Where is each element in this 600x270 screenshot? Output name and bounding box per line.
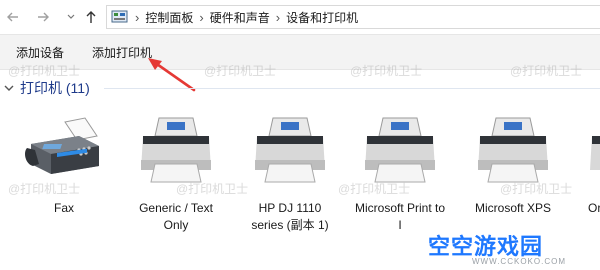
printer-icon: [255, 117, 325, 183]
breadcrumb-control-panel[interactable]: 控制面板: [145, 9, 193, 26]
device-fax[interactable]: Fax: [14, 114, 114, 217]
site-logo-watermark: 空空游戏园 WWW.CCKOKO.COM: [428, 229, 600, 270]
device-label: Or: [588, 201, 600, 215]
device-label: HP DJ 1110 series (副本 1): [251, 201, 329, 232]
device-microsoft-print-to-pdf[interactable]: Microsoft Print to I: [350, 114, 450, 234]
up-arrow-icon[interactable]: [82, 8, 100, 26]
breadcrumb-separator: ›: [135, 9, 140, 25]
device-hp-dj-1110[interactable]: HP DJ 1110 series (副本 1): [240, 114, 340, 234]
printer-icon: [365, 117, 435, 183]
chevron-down-icon: [4, 85, 14, 91]
device-label: Fax: [53, 201, 74, 215]
breadcrumb-devices-printers[interactable]: 设备和打印机: [286, 9, 358, 26]
add-device-button[interactable]: 添加设备: [16, 44, 64, 61]
printer-icon: [141, 117, 211, 183]
breadcrumb-hardware-sound[interactable]: 硬件和声音: [210, 9, 270, 26]
group-divider: [104, 88, 600, 89]
group-title: 打印机 (11): [20, 80, 90, 96]
device-label: Generic / Text Only: [139, 201, 213, 232]
printer-icon: [590, 136, 600, 170]
forward-arrow-icon[interactable]: [34, 8, 52, 26]
address-row: › 控制面板 › 硬件和声音 › 设备和打印机: [0, 0, 600, 34]
annotation-arrow: [148, 58, 196, 92]
device-onenote-partial[interactable]: Or: [576, 114, 600, 217]
control-panel-icon: [111, 10, 128, 23]
chevron-down-icon[interactable]: [62, 8, 80, 26]
breadcrumb-separator: ›: [275, 9, 281, 25]
back-arrow-icon[interactable]: [4, 8, 22, 26]
command-bar: 添加设备 添加打印机: [0, 34, 600, 70]
breadcrumb-separator: ›: [199, 9, 204, 25]
device-label: Microsoft XPS: [474, 201, 552, 215]
devices-and-printers-window: › 控制面板 › 硬件和声音 › 设备和打印机 添加设备 添加打印机 打印机 (…: [0, 0, 600, 270]
printers-group-header[interactable]: 打印机 (11): [2, 78, 90, 98]
address-bar[interactable]: › 控制面板 › 硬件和声音 › 设备和打印机: [106, 5, 600, 29]
fax-icon: [25, 117, 99, 174]
printer-icon: [478, 117, 548, 183]
device-microsoft-xps[interactable]: Microsoft XPS: [463, 114, 563, 217]
device-generic-text-only[interactable]: Generic / Text Only: [126, 114, 226, 234]
logo-url: WWW.CCKOKO.COM: [472, 257, 566, 266]
